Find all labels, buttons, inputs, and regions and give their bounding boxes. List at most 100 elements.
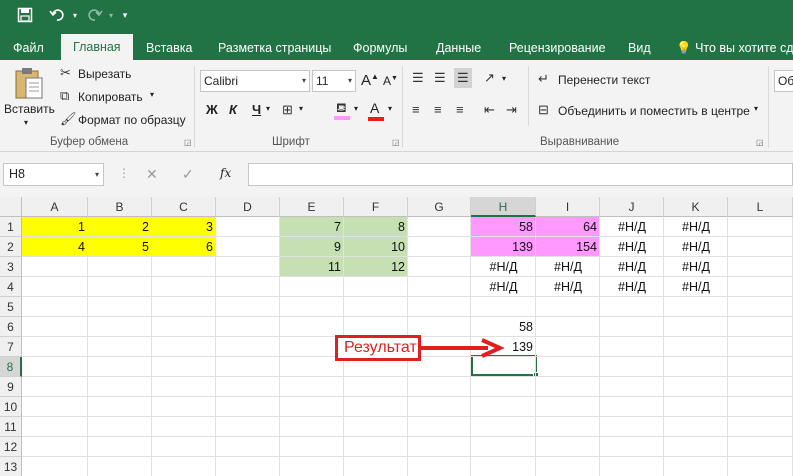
align-right-icon[interactable]: ≡ xyxy=(456,102,464,117)
column-header-c[interactable]: C xyxy=(152,197,216,217)
cell-j4[interactable]: #Н/Д xyxy=(600,277,664,297)
cell-k3[interactable]: #Н/Д xyxy=(664,257,728,277)
cell-f2[interactable]: 10 xyxy=(344,237,408,257)
align-left-icon[interactable]: ≡ xyxy=(412,102,420,117)
enter-entry-button[interactable]: ✓ xyxy=(182,166,194,183)
column-header-j[interactable]: J xyxy=(600,197,664,217)
row-header-11[interactable]: 11 xyxy=(0,417,22,437)
cell-h1[interactable]: 58 xyxy=(471,217,536,237)
row-header-9[interactable]: 9 xyxy=(0,377,22,397)
tab-file[interactable]: Файл xyxy=(13,36,44,60)
fill-color-dropdown-icon[interactable]: ▾ xyxy=(354,104,358,113)
italic-button[interactable]: К xyxy=(229,102,237,117)
customize-qat-icon[interactable]: ▾ xyxy=(118,4,132,26)
paste-button[interactable]: Вставить ▾ xyxy=(4,64,55,132)
column-header-e[interactable]: E xyxy=(280,197,344,217)
undo-icon[interactable] xyxy=(46,4,68,26)
cell-i3[interactable]: #Н/Д xyxy=(536,257,600,277)
font-name-combo[interactable]: Calibri ▾ xyxy=(200,70,310,92)
column-header-h[interactable]: H xyxy=(471,197,536,217)
row-header-13[interactable]: 13 xyxy=(0,457,22,476)
select-all-corner[interactable] xyxy=(0,197,22,217)
cell-i2[interactable]: 154 xyxy=(536,237,600,257)
column-header-b[interactable]: B xyxy=(88,197,152,217)
cell-j1[interactable]: #Н/Д xyxy=(600,217,664,237)
underline-button[interactable]: Ч xyxy=(252,102,261,117)
save-icon[interactable] xyxy=(14,4,36,26)
cell-a2[interactable]: 4 xyxy=(22,237,88,257)
cell-j2[interactable]: #Н/Д xyxy=(600,237,664,257)
cell-b1[interactable]: 2 xyxy=(88,217,152,237)
cell-e2[interactable]: 9 xyxy=(280,237,344,257)
format-painter-button[interactable]: 🖌 Формат по образцу xyxy=(58,110,188,130)
tab-formulas[interactable]: Формулы xyxy=(353,36,407,60)
row-header-10[interactable]: 10 xyxy=(0,397,22,417)
fill-handle[interactable] xyxy=(533,372,539,378)
tab-view[interactable]: Вид xyxy=(628,36,651,60)
cut-button[interactable]: ✂ Вырезать xyxy=(58,64,168,84)
cell-e3[interactable]: 11 xyxy=(280,257,344,277)
increase-indent-icon[interactable]: ⇥ xyxy=(506,102,517,118)
row-header-5[interactable]: 5 xyxy=(0,297,22,317)
cell-i4[interactable]: #Н/Д xyxy=(536,277,600,297)
column-header-l[interactable]: L xyxy=(728,197,793,217)
cell-h6[interactable]: 58 xyxy=(471,317,536,337)
fill-color-button[interactable]: ⛾ xyxy=(334,100,352,122)
tab-insert[interactable]: Вставка xyxy=(146,36,192,60)
insert-function-button[interactable]: fx xyxy=(220,166,231,180)
undo-dropdown-icon[interactable]: ▾ xyxy=(70,4,80,26)
cancel-entry-button[interactable]: ✕ xyxy=(146,166,158,183)
font-launcher-icon[interactable]: ◲ xyxy=(392,138,400,147)
wrap-text-button[interactable]: ↵ Перенести текст xyxy=(538,70,658,90)
row-header-4[interactable]: 4 xyxy=(0,277,22,297)
align-middle-icon[interactable]: ☰ xyxy=(434,70,446,86)
cell-k2[interactable]: #Н/Д xyxy=(664,237,728,257)
align-center-icon[interactable]: ≡ xyxy=(434,102,442,117)
cell-j3[interactable]: #Н/Д xyxy=(600,257,664,277)
merge-center-button[interactable]: ⊟ Объединить и поместить в центре ▾ xyxy=(538,101,766,121)
clipboard-launcher-icon[interactable]: ◲ xyxy=(184,138,192,147)
column-header-g[interactable]: G xyxy=(408,197,471,217)
font-color-button[interactable]: A xyxy=(368,100,384,122)
number-format-combo[interactable]: Об xyxy=(774,70,793,92)
cell-e1[interactable]: 7 xyxy=(280,217,344,237)
row-header-1[interactable]: 1 xyxy=(0,217,22,237)
copy-button[interactable]: ⧉ Копировать ▾ xyxy=(58,87,168,107)
cell-k1[interactable]: #Н/Д xyxy=(664,217,728,237)
cell-h2[interactable]: 139 xyxy=(471,237,536,257)
redo-dropdown-icon[interactable]: ▾ xyxy=(106,4,116,26)
row-header-8[interactable]: 8 xyxy=(0,357,22,377)
row-header-2[interactable]: 2 xyxy=(0,237,22,257)
cell-c1[interactable]: 3 xyxy=(152,217,216,237)
font-size-combo[interactable]: 11 ▾ xyxy=(312,70,356,92)
column-header-a[interactable]: A xyxy=(22,197,88,217)
align-bottom-icon[interactable]: ☰ xyxy=(454,68,472,88)
tab-data[interactable]: Данные xyxy=(436,36,481,60)
bold-button[interactable]: Ж xyxy=(206,102,218,117)
redo-icon[interactable] xyxy=(84,4,106,26)
row-header-6[interactable]: 6 xyxy=(0,317,22,337)
tab-page-layout[interactable]: Разметка страницы xyxy=(218,36,331,60)
alignment-launcher-icon[interactable]: ◲ xyxy=(756,138,764,147)
row-header-7[interactable]: 7 xyxy=(0,337,22,357)
decrease-indent-icon[interactable]: ⇤ xyxy=(484,102,495,118)
font-color-dropdown-icon[interactable]: ▾ xyxy=(388,104,392,113)
formula-input[interactable] xyxy=(248,163,793,186)
grow-font-button[interactable]: A▲ xyxy=(361,72,379,89)
cell-f3[interactable]: 12 xyxy=(344,257,408,277)
cell-f1[interactable]: 8 xyxy=(344,217,408,237)
borders-dropdown-icon[interactable]: ▾ xyxy=(299,104,303,113)
column-header-f[interactable]: F xyxy=(344,197,408,217)
column-header-k[interactable]: K xyxy=(664,197,728,217)
orientation-dropdown-icon[interactable]: ▾ xyxy=(502,74,506,83)
cell-h3[interactable]: #Н/Д xyxy=(471,257,536,277)
borders-icon[interactable]: ⊞ xyxy=(282,102,293,118)
cell-c2[interactable]: 6 xyxy=(152,237,216,257)
shrink-font-button[interactable]: A▼ xyxy=(383,74,398,88)
row-header-3[interactable]: 3 xyxy=(0,257,22,277)
align-top-icon[interactable]: ☰ xyxy=(412,70,424,86)
tab-review[interactable]: Рецензирование xyxy=(509,36,606,60)
cell-i1[interactable]: 64 xyxy=(536,217,600,237)
cell-h4[interactable]: #Н/Д xyxy=(471,277,536,297)
name-box[interactable]: H8 ▾ xyxy=(3,163,104,186)
